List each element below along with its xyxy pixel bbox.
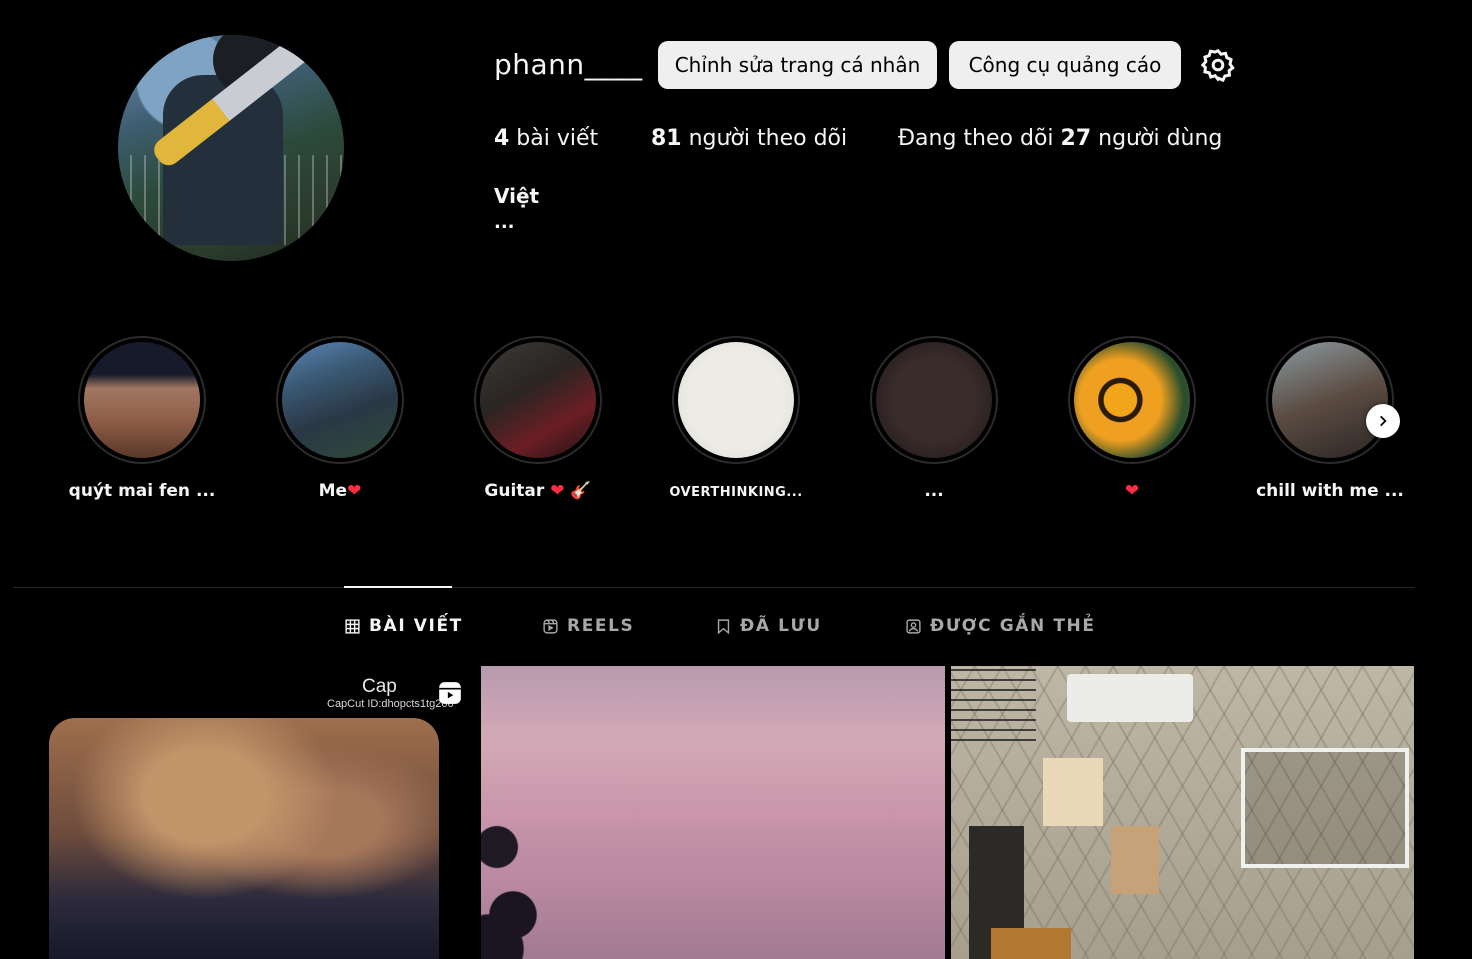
post-image-air-conditioner	[1067, 674, 1193, 722]
tab-tagged-label: ĐƯỢC GẮN THẺ	[930, 616, 1096, 636]
following-count-value: 27	[1060, 126, 1092, 151]
post-image-table	[991, 928, 1071, 959]
tab-reels[interactable]: REELS	[542, 616, 634, 636]
guitar-icon: 🎸	[564, 481, 592, 501]
heart-icon: ❤	[1124, 481, 1140, 501]
tab-saved-label: ĐÃ LƯU	[740, 616, 822, 636]
highlight-item[interactable]: Guitar ❤ 🎸	[474, 336, 602, 501]
highlight-cover	[1272, 342, 1388, 458]
highlight-cover	[1074, 342, 1190, 458]
active-tab-indicator	[344, 586, 452, 588]
posts-count-value: 4	[494, 126, 510, 151]
tab-reels-label: REELS	[567, 616, 635, 636]
edit-profile-button[interactable]: Chỉnh sửa trang cá nhân	[658, 41, 937, 89]
post-image-tree	[481, 796, 561, 959]
highlight-cover	[282, 342, 398, 458]
post-image-wall-art	[1111, 826, 1159, 894]
tab-tagged[interactable]: ĐƯỢC GẮN THẺ	[905, 616, 1096, 636]
capcut-watermark: Cap	[362, 676, 397, 697]
highlight-cover	[84, 342, 200, 458]
bookmark-icon	[717, 618, 730, 634]
capcut-id-watermark: CapCut ID:dhopcts1tg206	[327, 698, 454, 710]
post-thumbnail[interactable]: Cap CapCut ID:dhopcts1tg206	[27, 666, 475, 959]
highlight-item[interactable]: ...	[870, 336, 998, 501]
tab-posts-label: BÀI VIẾT	[369, 616, 463, 636]
grid-icon	[345, 618, 360, 634]
following-count[interactable]: Đang theo dõi 27 người dùng	[898, 126, 1222, 151]
ad-tools-button[interactable]: Công cụ quảng cáo	[949, 41, 1181, 89]
highlight-cover	[480, 342, 596, 458]
highlight-label: chill with me ...	[1256, 481, 1404, 501]
highlight-label: quýt mai fen ...	[68, 481, 216, 501]
profile-full-name: Việt	[494, 184, 540, 208]
tagged-user-icon	[906, 618, 921, 634]
post-image-wall-art	[1043, 758, 1103, 826]
profile-bio: ...	[494, 212, 515, 233]
tab-saved[interactable]: ĐÃ LƯU	[715, 616, 822, 636]
profile-page: phann____ Chỉnh sửa trang cá nhân Công c…	[0, 0, 1472, 959]
highlight-item[interactable]: ❤	[1068, 336, 1196, 501]
post-thumbnail[interactable]	[951, 666, 1414, 959]
post-image-clouds	[49, 718, 439, 959]
heart-icon: ❤	[347, 481, 362, 501]
highlight-item[interactable]: OVERTHINKING...	[669, 336, 802, 500]
post-thumbnail[interactable]	[481, 666, 945, 959]
highlight-item[interactable]: Me❤	[276, 336, 404, 501]
reel-icon	[439, 682, 461, 704]
highlight-item[interactable]: chill with me ...	[1256, 336, 1404, 501]
highlight-label: Guitar ❤ 🎸	[484, 481, 592, 501]
gear-icon[interactable]	[1200, 47, 1236, 83]
highlight-label: ...	[924, 481, 944, 501]
posts-count-label: bài viết	[509, 126, 599, 151]
highlight-label: ❤	[1028, 481, 1236, 501]
profile-avatar[interactable]	[118, 35, 344, 261]
profile-username: phann____	[494, 48, 643, 81]
heart-icon: ❤	[550, 481, 565, 501]
tabs-divider	[13, 587, 1415, 588]
following-prefix: Đang theo dõi	[898, 126, 1061, 151]
highlight-cover	[678, 342, 794, 458]
tab-posts[interactable]: BÀI VIẾT	[344, 616, 463, 636]
highlight-label: Me❤	[318, 481, 362, 501]
posts-count: 4 bài viết	[494, 126, 598, 151]
highlight-label: OVERTHINKING...	[669, 485, 803, 500]
post-image-bookshelf	[1241, 748, 1409, 868]
chevron-right-icon[interactable]	[1366, 404, 1400, 438]
highlight-cover	[876, 342, 992, 458]
following-count-label: người dùng	[1091, 126, 1223, 151]
followers-count[interactable]: 81 người theo dõi	[651, 126, 847, 151]
highlight-item[interactable]: quýt mai fen ...	[69, 336, 215, 501]
followers-count-label: người theo dõi	[681, 126, 848, 151]
reels-icon	[543, 618, 558, 634]
followers-count-value: 81	[651, 126, 682, 151]
post-image-rack	[951, 666, 1036, 741]
